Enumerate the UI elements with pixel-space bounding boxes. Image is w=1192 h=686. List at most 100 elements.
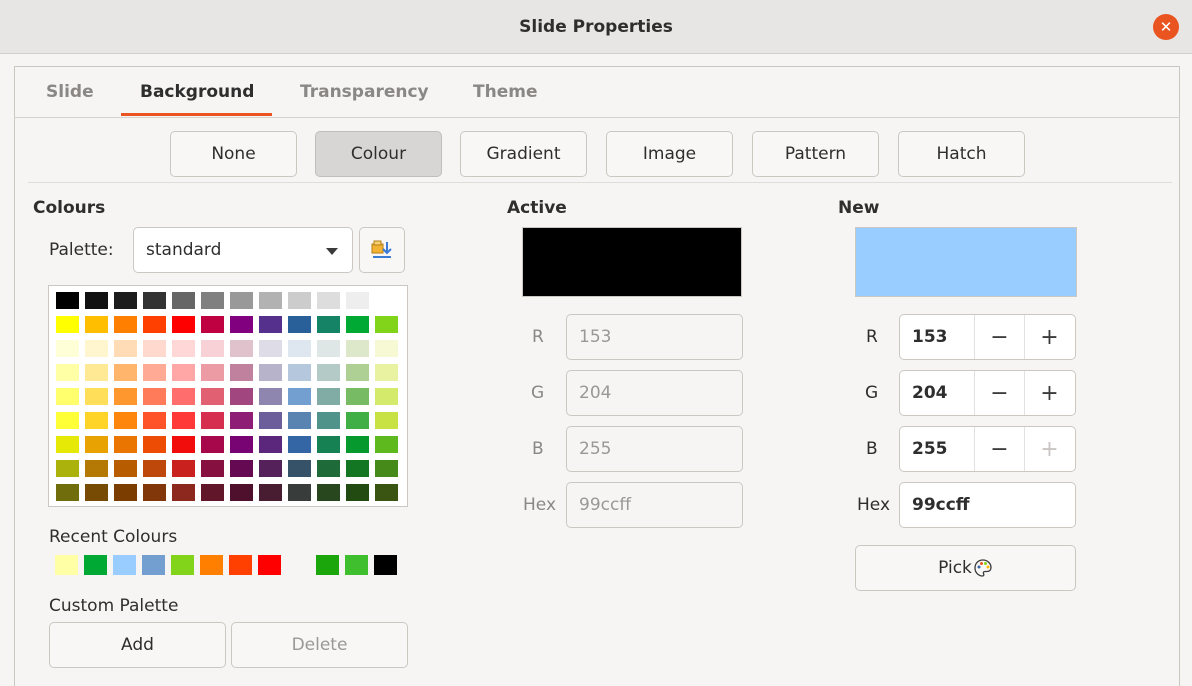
palette-swatch[interactable] bbox=[85, 412, 108, 429]
none-button[interactable]: None bbox=[170, 131, 297, 177]
palette-swatch[interactable] bbox=[346, 484, 369, 501]
palette-swatch[interactable] bbox=[259, 340, 282, 357]
palette-swatch[interactable] bbox=[288, 436, 311, 453]
palette-swatch[interactable] bbox=[114, 484, 137, 501]
palette-swatch[interactable] bbox=[56, 364, 79, 381]
palette-swatch[interactable] bbox=[230, 388, 253, 405]
palette-swatch[interactable] bbox=[288, 388, 311, 405]
pattern-button[interactable]: Pattern bbox=[752, 131, 879, 177]
palette-swatch[interactable] bbox=[201, 436, 224, 453]
new-g-input[interactable]: 204 bbox=[912, 371, 948, 415]
palette-swatch[interactable] bbox=[56, 292, 79, 309]
add-button[interactable]: Add bbox=[49, 622, 226, 668]
palette-swatch[interactable] bbox=[143, 364, 166, 381]
palette-swatch[interactable] bbox=[143, 316, 166, 333]
palette-swatch[interactable] bbox=[201, 412, 224, 429]
recent-colour-swatch[interactable] bbox=[171, 555, 194, 575]
recent-colour-swatch[interactable] bbox=[316, 555, 339, 575]
palette-swatch[interactable] bbox=[230, 412, 253, 429]
palette-swatch[interactable] bbox=[375, 460, 398, 477]
palette-swatch[interactable] bbox=[346, 436, 369, 453]
new-g-decrement-button[interactable]: − bbox=[974, 371, 1024, 415]
palette-swatch[interactable] bbox=[259, 388, 282, 405]
recent-colour-swatch[interactable] bbox=[258, 555, 281, 575]
palette-swatch[interactable] bbox=[201, 364, 224, 381]
palette-swatch[interactable] bbox=[172, 460, 195, 477]
new-r-decrement-button[interactable]: − bbox=[974, 315, 1024, 359]
palette-swatch[interactable] bbox=[375, 412, 398, 429]
palette-swatch[interactable] bbox=[259, 436, 282, 453]
image-button[interactable]: Image bbox=[606, 131, 733, 177]
palette-swatch[interactable] bbox=[317, 388, 340, 405]
palette-swatch[interactable] bbox=[85, 292, 108, 309]
palette-swatch[interactable] bbox=[259, 484, 282, 501]
palette-swatch[interactable] bbox=[143, 484, 166, 501]
palette-swatch[interactable] bbox=[143, 388, 166, 405]
hatch-button[interactable]: Hatch bbox=[898, 131, 1025, 177]
palette-swatch[interactable] bbox=[85, 388, 108, 405]
palette-swatch[interactable] bbox=[143, 460, 166, 477]
palette-swatch[interactable] bbox=[346, 364, 369, 381]
palette-swatch[interactable] bbox=[230, 436, 253, 453]
palette-swatch[interactable] bbox=[259, 364, 282, 381]
palette-swatch[interactable] bbox=[288, 292, 311, 309]
palette-swatch[interactable] bbox=[114, 412, 137, 429]
palette-swatch[interactable] bbox=[317, 436, 340, 453]
palette-swatch[interactable] bbox=[56, 436, 79, 453]
palette-swatch[interactable] bbox=[172, 412, 195, 429]
palette-swatch[interactable] bbox=[201, 484, 224, 501]
palette-swatch[interactable] bbox=[56, 484, 79, 501]
recent-colour-swatch[interactable] bbox=[84, 555, 107, 575]
palette-swatch[interactable] bbox=[375, 340, 398, 357]
import-palette-button[interactable] bbox=[359, 227, 405, 273]
palette-swatch[interactable] bbox=[230, 292, 253, 309]
gradient-button[interactable]: Gradient bbox=[460, 131, 587, 177]
new-b-increment-button[interactable]: + bbox=[1024, 427, 1074, 471]
palette-swatch[interactable] bbox=[56, 316, 79, 333]
close-icon[interactable]: ✕ bbox=[1153, 14, 1179, 40]
palette-swatch[interactable] bbox=[85, 316, 108, 333]
palette-swatch[interactable] bbox=[346, 316, 369, 333]
palette-swatch[interactable] bbox=[317, 484, 340, 501]
palette-swatch[interactable] bbox=[288, 316, 311, 333]
palette-swatch[interactable] bbox=[288, 484, 311, 501]
palette-swatch[interactable] bbox=[56, 340, 79, 357]
recent-colour-swatch[interactable] bbox=[113, 555, 136, 575]
palette-swatch[interactable] bbox=[85, 364, 108, 381]
palette-swatch[interactable] bbox=[201, 340, 224, 357]
palette-swatch[interactable] bbox=[143, 292, 166, 309]
palette-swatch[interactable] bbox=[375, 436, 398, 453]
palette-swatch[interactable] bbox=[317, 340, 340, 357]
palette-swatch[interactable] bbox=[56, 460, 79, 477]
palette-swatch[interactable] bbox=[346, 412, 369, 429]
palette-swatch[interactable] bbox=[230, 340, 253, 357]
palette-swatch[interactable] bbox=[288, 340, 311, 357]
recent-colour-swatch[interactable] bbox=[200, 555, 223, 575]
new-r-increment-button[interactable]: + bbox=[1024, 315, 1074, 359]
palette-swatch[interactable] bbox=[317, 412, 340, 429]
recent-colour-swatch[interactable] bbox=[55, 555, 78, 575]
palette-swatch[interactable] bbox=[85, 340, 108, 357]
palette-swatch[interactable] bbox=[288, 412, 311, 429]
tab-theme[interactable]: Theme bbox=[473, 66, 537, 118]
palette-swatch[interactable] bbox=[56, 412, 79, 429]
tab-background[interactable]: Background bbox=[140, 66, 254, 118]
palette-swatch[interactable] bbox=[230, 484, 253, 501]
palette-swatch[interactable] bbox=[230, 316, 253, 333]
palette-swatch[interactable] bbox=[201, 316, 224, 333]
palette-swatch[interactable] bbox=[143, 436, 166, 453]
palette-swatch[interactable] bbox=[375, 292, 398, 309]
palette-swatch[interactable] bbox=[114, 292, 137, 309]
new-b-input[interactable]: 255 bbox=[912, 427, 948, 471]
palette-swatch[interactable] bbox=[85, 460, 108, 477]
palette-swatch[interactable] bbox=[85, 484, 108, 501]
palette-swatch[interactable] bbox=[172, 484, 195, 501]
colour-button[interactable]: Colour bbox=[315, 131, 442, 177]
palette-swatch[interactable] bbox=[317, 364, 340, 381]
palette-swatch[interactable] bbox=[230, 460, 253, 477]
palette-dropdown[interactable]: standard bbox=[133, 227, 353, 273]
palette-swatch[interactable] bbox=[143, 340, 166, 357]
palette-swatch[interactable] bbox=[346, 292, 369, 309]
palette-swatch[interactable] bbox=[114, 388, 137, 405]
palette-swatch[interactable] bbox=[114, 316, 137, 333]
